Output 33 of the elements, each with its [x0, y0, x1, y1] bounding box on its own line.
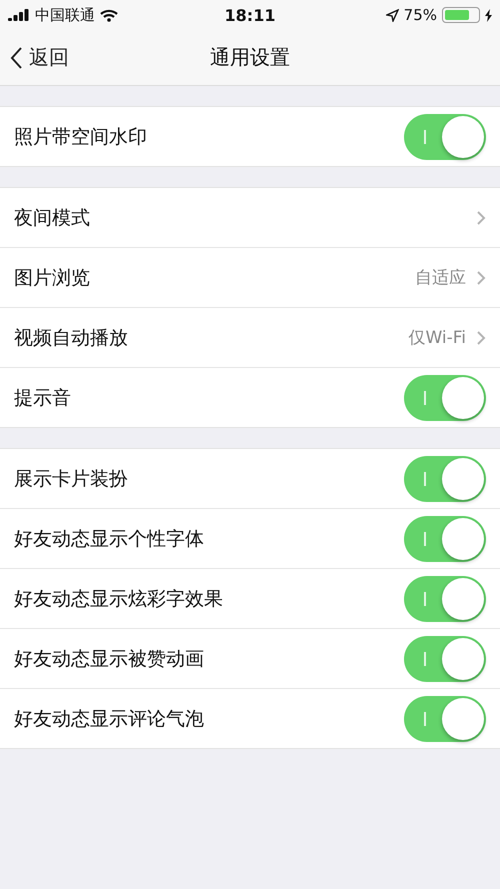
- setting-label: 好友动态显示炫彩字效果: [14, 586, 224, 612]
- setting-value: 仅Wi-Fi: [408, 327, 466, 349]
- setting-label: 展示卡片装扮: [14, 466, 129, 492]
- chevron-right-icon: [476, 270, 486, 286]
- toggle-switch[interactable]: [404, 114, 486, 160]
- chevron-right-icon: [476, 330, 486, 346]
- setting-label: 照片带空间水印: [14, 124, 148, 150]
- setting-label: 提示音: [14, 386, 72, 410]
- toggle-switch[interactable]: [404, 696, 486, 742]
- chevron-right-icon: [476, 210, 486, 226]
- toggle-switch[interactable]: [404, 374, 486, 420]
- chevron-left-icon: [10, 46, 23, 70]
- setting-value: 自适应: [415, 267, 466, 289]
- battery-percent: 75%: [404, 6, 437, 24]
- setting-label: 好友动态显示个性字体: [14, 526, 205, 552]
- charging-bolt-icon: [485, 8, 492, 22]
- toggle-switch[interactable]: [404, 516, 486, 562]
- toggle-switch[interactable]: [404, 456, 486, 502]
- setting-label: 好友动态显示被赞动画: [14, 646, 205, 672]
- setting-label: 夜间模式: [14, 206, 91, 230]
- battery-icon: [442, 7, 480, 23]
- setting-label: 好友动态显示评论气泡: [14, 706, 205, 732]
- location-arrow-icon: [386, 8, 399, 22]
- toggle-switch[interactable]: [404, 576, 486, 622]
- wifi-icon: [100, 8, 118, 22]
- toggle-switch[interactable]: [404, 636, 486, 682]
- signal-icon: [8, 9, 30, 21]
- setting-label: 图片浏览: [14, 266, 91, 290]
- page-title: 通用设置: [210, 44, 290, 71]
- setting-label: 视频自动播放: [14, 326, 129, 350]
- clock-time: 18:11: [224, 6, 276, 24]
- carrier-name: 中国联通: [35, 6, 95, 24]
- back-button[interactable]: 返回: [10, 44, 69, 71]
